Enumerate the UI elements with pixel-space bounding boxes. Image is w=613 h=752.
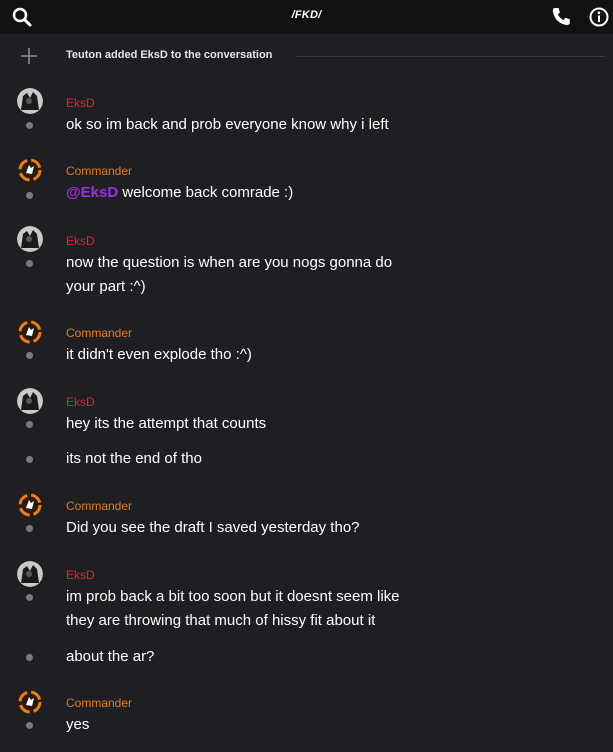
message-text: @EksD welcome back comrade :) — [66, 181, 293, 205]
author-name[interactable]: EksD — [66, 234, 95, 248]
system-message: Teuton added EksD to the conversation — [0, 38, 613, 74]
message-text: it didn't even explode tho :^) — [66, 346, 252, 363]
message-dot — [26, 525, 33, 532]
message-text: hey its the attempt that counts — [66, 415, 267, 432]
message-text: they are throwing that much of hissy fit… — [66, 612, 376, 629]
message-text: its not the end of tho — [66, 450, 202, 467]
author-name[interactable]: Commander — [66, 696, 132, 710]
author-name[interactable]: EksD — [66, 395, 95, 409]
info-icon[interactable] — [587, 5, 611, 29]
author-name[interactable]: Commander — [66, 164, 132, 178]
message-dot — [26, 654, 33, 661]
message-text: ok so im back and prob everyone know why… — [66, 116, 389, 133]
author-name[interactable]: EksD — [66, 568, 95, 582]
message-body: welcome back comrade :) — [118, 184, 294, 201]
chat-window: /FKD/ Teuton added EksD to the conversat… — [0, 0, 613, 752]
plus-icon — [20, 47, 38, 65]
message-dot — [26, 594, 33, 601]
avatar-commander[interactable] — [17, 492, 43, 518]
author-name[interactable]: Commander — [66, 499, 132, 513]
avatar-commander[interactable] — [17, 319, 43, 345]
message-dot — [26, 722, 33, 729]
message-text: im prob back a bit too soon but it doesn… — [66, 588, 400, 605]
message-dot — [26, 421, 33, 428]
divider — [296, 56, 605, 57]
avatar-eksd[interactable] — [17, 388, 43, 414]
message-dot — [26, 260, 33, 267]
message-dot — [26, 352, 33, 359]
message-text: now the question is when are you nogs go… — [66, 254, 393, 271]
avatar-eksd[interactable] — [17, 88, 43, 114]
phone-icon[interactable] — [549, 5, 573, 29]
message-dot — [26, 122, 33, 129]
message-text: about the ar? — [66, 648, 155, 665]
avatar-eksd[interactable] — [17, 561, 43, 587]
avatar-commander[interactable] — [17, 689, 43, 715]
message-dot — [26, 192, 33, 199]
user-mention[interactable]: @EksD — [66, 184, 118, 201]
message-text: Did you see the draft I saved yesterday … — [66, 519, 360, 536]
avatar-eksd[interactable] — [17, 226, 43, 252]
author-name[interactable]: Commander — [66, 326, 132, 340]
conversation-title: /FKD/ — [291, 9, 322, 21]
top-bar: /FKD/ — [0, 0, 613, 34]
author-name[interactable]: EksD — [66, 96, 95, 110]
message-dot — [26, 456, 33, 463]
message-text: your part :^) — [66, 278, 146, 295]
message-text: yes — [66, 716, 90, 733]
avatar-commander[interactable] — [17, 157, 43, 183]
system-message-text: Teuton added EksD to the conversation — [66, 49, 273, 61]
